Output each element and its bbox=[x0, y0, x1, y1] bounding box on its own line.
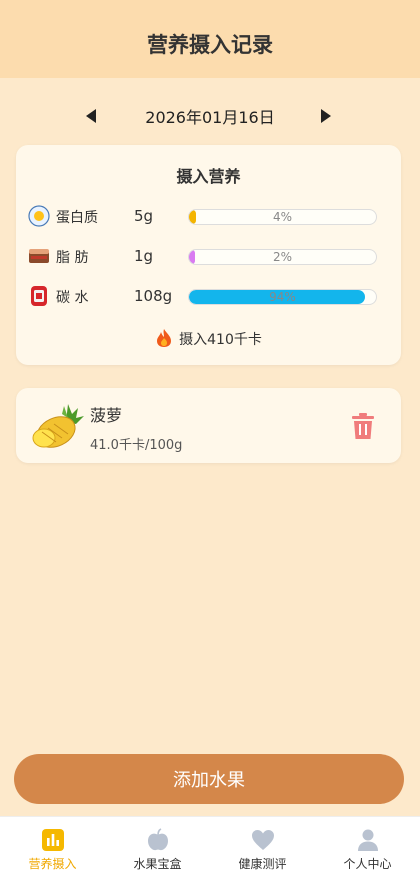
nutrient-value: 108g bbox=[134, 287, 173, 305]
egg-icon bbox=[28, 205, 50, 227]
progress-percent: 94% bbox=[269, 290, 296, 304]
nutrition-card: 摄入营养 蛋白质 5g 4% 脂 肪 1g 2% 碳 水 108g 94% 摄入… bbox=[16, 145, 401, 365]
app-header: 营养摄入记录 bbox=[0, 0, 420, 78]
tab-label: 水果宝盒 bbox=[133, 857, 182, 871]
tab-label: 个人中心 bbox=[343, 857, 392, 871]
nutrition-title: 摄入营养 bbox=[176, 167, 241, 186]
tab-profile[interactable]: 个人中心 bbox=[315, 817, 420, 877]
prev-day-arrow-icon[interactable] bbox=[86, 109, 96, 123]
pineapple-icon bbox=[32, 404, 84, 448]
tab-nutrition[interactable]: 营养摄入 bbox=[0, 817, 105, 877]
apple-icon bbox=[147, 828, 168, 851]
fruit-calorie-info: 41.0千卡/100g bbox=[90, 438, 183, 453]
can-icon bbox=[31, 286, 47, 306]
chocolate-icon bbox=[29, 249, 49, 263]
tab-bar: 营养摄入 水果宝盒 健康测评 个人中心 bbox=[0, 816, 420, 877]
date-navigator: 2026年01月16日 bbox=[0, 100, 420, 132]
tab-health-assessment[interactable]: 健康测评 bbox=[210, 817, 315, 877]
tab-label: 营养摄入 bbox=[28, 857, 77, 871]
calorie-text: 摄入410千卡 bbox=[179, 332, 262, 348]
nutrient-row-protein: 蛋白质 5g 4% bbox=[16, 205, 401, 229]
nutrient-name: 蛋白质 bbox=[56, 210, 98, 226]
nutrient-name: 脂 肪 bbox=[56, 250, 89, 266]
nutrient-row-carbs: 碳 水 108g 94% bbox=[16, 285, 401, 309]
nutrient-value: 5g bbox=[134, 207, 154, 225]
current-date: 2026年01月16日 bbox=[145, 108, 275, 127]
nutrient-row-fat: 脂 肪 1g 2% bbox=[16, 245, 401, 269]
add-fruit-button[interactable]: 添加水果 bbox=[14, 754, 404, 804]
progress-percent: 2% bbox=[272, 250, 293, 264]
person-icon bbox=[357, 829, 378, 851]
calorie-summary: 摄入410千卡 bbox=[16, 328, 401, 349]
nutrient-value: 1g bbox=[134, 247, 154, 265]
tab-fruit-box[interactable]: 水果宝盒 bbox=[105, 817, 210, 877]
tab-label: 健康测评 bbox=[238, 857, 287, 871]
progress-percent: 4% bbox=[272, 210, 293, 224]
nutrient-progress-bar: 94% bbox=[188, 289, 377, 305]
chart-icon bbox=[41, 829, 64, 851]
next-day-arrow-icon[interactable] bbox=[321, 109, 331, 123]
page-title: 营养摄入记录 bbox=[147, 33, 273, 57]
nutrient-name: 碳 水 bbox=[56, 290, 89, 306]
nutrient-progress-bar: 4% bbox=[188, 209, 377, 225]
fire-icon bbox=[157, 329, 172, 347]
fruit-name: 菠萝 bbox=[90, 406, 123, 425]
heart-icon bbox=[251, 830, 274, 850]
trash-icon[interactable] bbox=[351, 412, 375, 440]
list-item[interactable]: 菠萝 41.0千卡/100g bbox=[16, 388, 401, 463]
nutrient-progress-bar: 2% bbox=[188, 249, 377, 265]
